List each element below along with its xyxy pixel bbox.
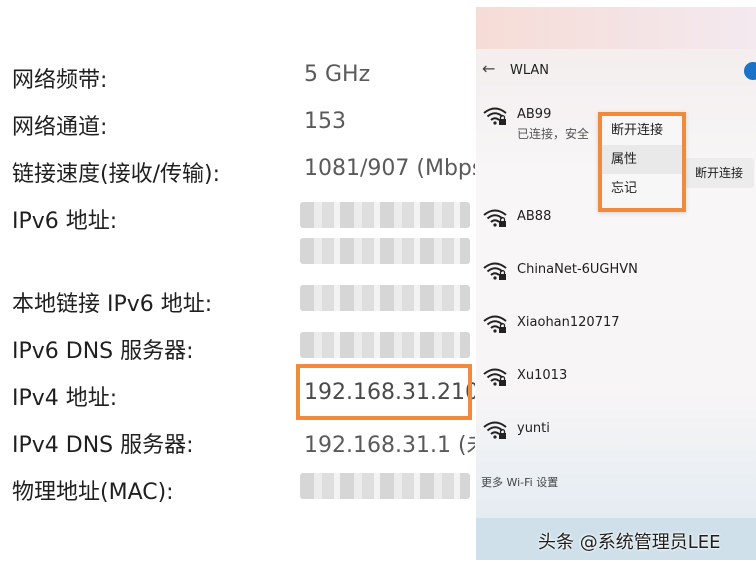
prop-row-channel: 网络通道: 153 (0, 105, 475, 145)
network-name: Xiaohan120717 (517, 315, 620, 330)
menu-item-forget[interactable]: 忘记 (602, 174, 682, 203)
blurred-value (300, 332, 470, 358)
ipv4-highlight-box (296, 364, 472, 420)
prop-value: 153 (304, 109, 346, 134)
network-item[interactable]: Xiaohan120717 (476, 309, 756, 345)
network-item[interactable]: ChinaNet-6UGHVN (476, 256, 756, 292)
prop-label: IPv4 地址: (12, 386, 118, 411)
arrow-left-icon[interactable]: ← (482, 59, 495, 78)
flyout-top-bar (476, 7, 756, 49)
watermark: 头条 @系统管理员LEE (538, 532, 721, 553)
menu-item-disconnect[interactable]: 断开连接 (602, 116, 682, 145)
prop-value: 5 GHz (304, 62, 371, 87)
prop-value: 1081/907 (Mbps) (304, 156, 475, 181)
prop-label: IPv6 DNS 服务器: (12, 339, 194, 364)
prop-row-band: 网络频带: 5 GHz (0, 58, 475, 98)
network-name: AB99 (517, 107, 552, 122)
context-menu: 断开连接 属性 忘记 (598, 112, 686, 212)
network-name: ChinaNet-6UGHVN (517, 262, 638, 277)
wifi-secured-icon (483, 209, 507, 227)
prop-row-link-speed: 链接速度(接收/传输): 1081/907 (Mbps) (0, 152, 475, 192)
connection-status: 已连接，安全 (517, 127, 590, 141)
network-name: Xu1013 (517, 368, 568, 383)
blurred-value (300, 238, 470, 264)
disconnect-button[interactable]: 断开连接 (684, 158, 754, 188)
prop-label: 网络通道: (12, 115, 108, 140)
prop-label: 物理地址(MAC): (12, 480, 174, 505)
wlan-header: ← WLAN (476, 57, 756, 87)
wifi-secured-icon (483, 421, 507, 439)
prop-label: 链接速度(接收/传输): (12, 162, 220, 187)
wifi-secured-icon (483, 368, 507, 386)
network-item[interactable]: yunti (476, 415, 756, 451)
wlan-title: WLAN (510, 63, 550, 78)
wifi-toggle[interactable] (744, 62, 756, 80)
prop-label: IPv6 地址: (12, 209, 118, 234)
prop-label: 网络频带: (12, 68, 108, 93)
blurred-value (300, 285, 470, 311)
network-name: yunti (517, 421, 550, 436)
wifi-secured-icon (483, 262, 507, 280)
prop-label: IPv4 DNS 服务器: (12, 433, 194, 458)
blurred-value (300, 473, 470, 499)
menu-item-properties[interactable]: 属性 (602, 145, 682, 174)
wifi-secured-icon (483, 107, 507, 125)
prop-label: 本地链接 IPv6 地址: (12, 292, 213, 317)
more-wifi-settings-link[interactable]: 更多 Wi-Fi 设置 (481, 474, 558, 490)
network-item[interactable]: Xu1013 (476, 362, 756, 398)
prop-row-ipv4-dns: IPv4 DNS 服务器: 192.168.31.1 (未 (0, 423, 475, 463)
network-name: AB88 (517, 209, 552, 224)
wifi-secured-icon (483, 315, 507, 333)
prop-value: 192.168.31.1 (未 (304, 433, 475, 458)
network-properties-panel: 网络频带: 5 GHz 网络通道: 153 链接速度(接收/传输): 1081/… (0, 0, 475, 567)
blurred-value (300, 202, 470, 228)
